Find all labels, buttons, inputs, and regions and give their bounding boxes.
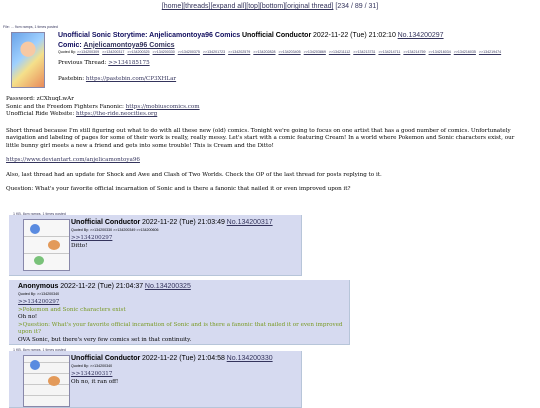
backlink[interactable]: >>134203405: [278, 50, 300, 54]
reply-post-number[interactable]: No.134200317: [227, 219, 273, 226]
nav-top-link[interactable]: [top]: [246, 3, 260, 10]
reply-date: 2022-11-22 (Tue) 21:04:37: [60, 283, 144, 290]
backlink[interactable]: >>134201723: [203, 50, 225, 54]
backlink[interactable]: >>134200330: [153, 50, 175, 54]
greentext-line: >Question: What's your favorite official…: [18, 321, 343, 336]
reply-date: 2022-11-22 (Tue) 21:03:49: [142, 219, 225, 226]
previous-thread-label: Previous Thread:: [58, 59, 107, 66]
story-paragraph: Short thread because I'm still figuring …: [6, 127, 515, 149]
deviantart-link[interactable]: https://www.deviantart.com/anjelicamonto…: [6, 157, 140, 163]
nav-threads-link[interactable]: [threads]: [183, 3, 210, 10]
nav-bottom-link[interactable]: [bottom]: [260, 3, 285, 10]
fanonic-link[interactable]: https://mobiuscomics.com: [126, 104, 200, 110]
pastebin-label: Pastebin:: [58, 76, 85, 83]
reply-text: Oh no!: [18, 314, 38, 321]
reply-quote-link[interactable]: >>134200297: [71, 235, 299, 243]
op-name: Unofficial Conductor: [241, 32, 312, 39]
greentext-line: >Pokemon and Sonic characters exist: [18, 306, 126, 313]
backlink[interactable]: >>134200325: [127, 50, 149, 54]
backlink[interactable]: >>134216034: [429, 50, 451, 54]
reply-name: Unofficial Conductor: [71, 355, 141, 362]
reply-quoted-by[interactable]: Quoted By: >>134200330 >>134200349 >>134…: [71, 228, 299, 233]
comic-label: Comic:: [58, 41, 82, 49]
reply-post-number[interactable]: No.134200330: [227, 355, 273, 362]
backlink[interactable]: >>134202579: [228, 50, 250, 54]
reply-thumbnail[interactable]: [23, 355, 70, 407]
comic-link[interactable]: Anjelicamontoya96 Comics: [84, 42, 175, 49]
backlink[interactable]: >>134203869: [304, 50, 326, 54]
previous-thread-link[interactable]: >>134185175: [108, 60, 149, 66]
reply-quote-link[interactable]: >>134200297: [18, 299, 348, 307]
backlink[interactable]: >>134216035: [454, 50, 476, 54]
op-subject: Unofficial Sonic Storytime: Anjelicamont…: [58, 32, 241, 39]
also-paragraph: Also, last thread had an update for Shoc…: [6, 171, 382, 178]
backlink[interactable]: >>134214759: [403, 50, 425, 54]
reply-quoted-by[interactable]: Quoted By: >>134200340: [18, 292, 348, 297]
op-body: Password: zCXhuqLwAr Sonic and the Freed…: [6, 96, 526, 198]
op-quoted-by: Quoted By: >>134200309 >>134200317 >>13420…: [58, 50, 533, 55]
backlink[interactable]: >>134214711: [378, 50, 400, 54]
question-paragraph: Question: What's your favorite official …: [6, 186, 351, 193]
reply-text: Ditto!: [71, 242, 88, 249]
op-date: 2022-11-22 (Tue) 21:02:10: [312, 32, 396, 39]
op-post-number[interactable]: No.134200297: [398, 32, 444, 39]
backlink[interactable]: >>134219474: [479, 50, 501, 54]
ride-link[interactable]: https://the-ride.neocities.org: [76, 111, 157, 117]
reply-name: Unofficial Conductor: [71, 219, 141, 226]
reply-quote-link[interactable]: >>134200317: [71, 371, 299, 379]
reply-post: Anonymous 2022-11-22 (Tue) 21:04:37 No.1…: [9, 280, 350, 345]
backlink[interactable]: >>134211112: [329, 50, 350, 54]
backlink[interactable]: >>134200375: [178, 50, 200, 54]
password-line: Password: zCXhuqLwAr: [6, 96, 74, 102]
nav-counts: [234 / 89 / 31]: [335, 3, 379, 10]
reply-name: Anonymous: [18, 283, 59, 290]
reply-text: OVA Sonic, but there's very few comics s…: [18, 336, 192, 343]
backlink[interactable]: >>134200317: [102, 50, 124, 54]
op-post-header: Unofficial Sonic Storytime: Anjelicamont…: [58, 31, 533, 84]
reply-quoted-by[interactable]: Quoted By: >>134200340: [71, 364, 299, 369]
quoted-by-label: Quoted By:: [58, 50, 76, 55]
reply-post-number[interactable]: No.134200325: [145, 283, 191, 290]
backlink[interactable]: >>134202828: [253, 50, 275, 54]
reply-date: 2022-11-22 (Tue) 21:04:58: [142, 355, 225, 362]
reply-thumbnail[interactable]: [23, 219, 70, 271]
nav-home-link[interactable]: [home]: [162, 3, 183, 10]
reply-text: Oh no, it ran off!: [71, 378, 119, 385]
reply-post: Unofficial Conductor 2022-11-22 (Tue) 21…: [9, 215, 302, 276]
reply-post: Unofficial Conductor 2022-11-22 (Tue) 21…: [9, 351, 302, 408]
fanonic-label: Sonic and the Freedom Fighters Fanonic:: [6, 103, 124, 110]
op-thumbnail[interactable]: [11, 32, 45, 88]
backlink[interactable]: >>134200309: [77, 50, 99, 54]
pastebin-link[interactable]: https://pastebin.com/CP3XHLar: [86, 76, 176, 82]
backlink[interactable]: >>134213731: [353, 50, 375, 54]
op-file-info[interactable]: File: ... 9cm ramps, 1 times posted: [3, 25, 58, 30]
ride-label: Unofficial Ride Website:: [6, 111, 75, 118]
top-navigation: [home][threads][expand all][top][bottom]…: [0, 0, 540, 11]
nav-expand-link[interactable]: [expand all]: [210, 3, 246, 10]
nav-original-link[interactable]: [original thread]: [285, 3, 333, 10]
